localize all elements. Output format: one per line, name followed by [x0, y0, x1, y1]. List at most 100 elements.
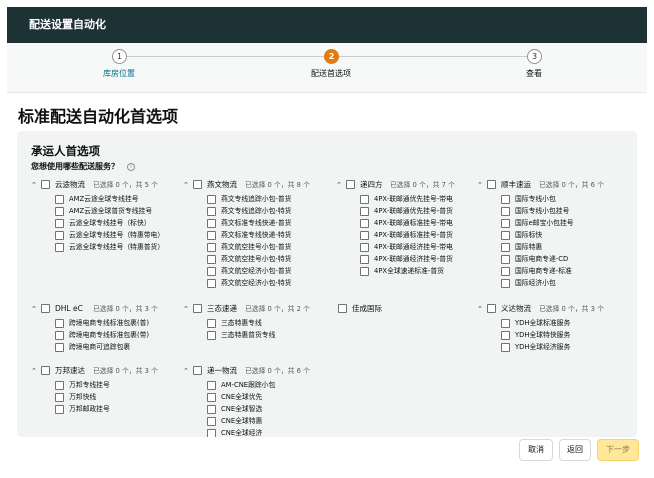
- group-checkbox[interactable]: [487, 304, 496, 313]
- group-checkbox[interactable]: [346, 180, 355, 189]
- service-label: CNE全球优先: [221, 393, 263, 401]
- group-checkbox[interactable]: [41, 366, 50, 375]
- service-checkbox[interactable]: [501, 331, 510, 340]
- service-checkbox[interactable]: [207, 429, 216, 437]
- service-checkbox[interactable]: [360, 207, 369, 216]
- service-checkbox[interactable]: [207, 255, 216, 264]
- back-button[interactable]: 返回: [559, 439, 591, 461]
- service-label: YDH全球标准服务: [515, 319, 571, 327]
- collapse-caret-icon[interactable]: ⌃: [477, 179, 485, 191]
- group-checkbox[interactable]: [41, 304, 50, 313]
- service-label: YDH全球特快服务: [515, 331, 571, 339]
- service-checkbox[interactable]: [207, 195, 216, 204]
- service-checkbox[interactable]: [207, 243, 216, 252]
- group-checkbox[interactable]: [338, 304, 347, 313]
- collapse-caret-icon[interactable]: ⌃: [183, 365, 191, 377]
- step-2-circle: 2: [324, 49, 339, 64]
- service-label: 国际专线小包挂号: [515, 207, 570, 215]
- group-checkbox[interactable]: [193, 366, 202, 375]
- service-label: 燕文航空经济小包-普货: [221, 267, 292, 275]
- service-checkbox[interactable]: [207, 319, 216, 328]
- collapse-caret-icon[interactable]: ⌃: [183, 179, 191, 191]
- service-label: 燕文标准专线快递-特货: [221, 231, 292, 239]
- service-checkbox[interactable]: [207, 267, 216, 276]
- step-1-label[interactable]: 库房位置: [79, 68, 159, 79]
- service-label: 万邦邮政挂号: [69, 405, 110, 413]
- group-checkbox[interactable]: [193, 304, 202, 313]
- service-checkbox[interactable]: [360, 255, 369, 264]
- service-checkbox[interactable]: [207, 279, 216, 288]
- collapse-caret-icon[interactable]: ⌃: [477, 303, 485, 315]
- service-checkbox[interactable]: [207, 405, 216, 414]
- service-checkbox[interactable]: [55, 195, 64, 204]
- service-checkbox[interactable]: [55, 207, 64, 216]
- collapse-caret-icon[interactable]: ⌃: [31, 365, 39, 377]
- carrier-group-dhl: ⌃ DHL eC 已选择 0 个，共 3 个 跨境电商专线标准包裹(普) 跨境电…: [31, 303, 179, 353]
- service-label: 国际e邮宝小包挂号: [515, 219, 574, 227]
- service-label: AMZ云途全球普货专线挂号: [69, 207, 153, 215]
- service-label: 万邦快线: [69, 393, 97, 401]
- group-checkbox[interactable]: [41, 180, 50, 189]
- group-checkbox[interactable]: [487, 180, 496, 189]
- service-checkbox[interactable]: [207, 207, 216, 216]
- service-checkbox[interactable]: [360, 267, 369, 276]
- service-label: 云途全球专线挂号（特惠带电）: [69, 231, 165, 239]
- step-1-circle[interactable]: 1: [112, 49, 127, 64]
- service-checkbox[interactable]: [501, 207, 510, 216]
- service-checkbox[interactable]: [501, 319, 510, 328]
- group-checkbox[interactable]: [193, 180, 202, 189]
- service-checkbox[interactable]: [55, 343, 64, 352]
- group-count: 已选择 0 个，共 5 个: [93, 181, 158, 189]
- carrier-group-4px: ⌃ 递四方 已选择 0 个，共 7 个 4PX-联邮通优先挂号-带电 4PX-联…: [336, 179, 482, 283]
- service-checkbox[interactable]: [501, 231, 510, 240]
- collapse-caret-icon[interactable]: ⌃: [31, 303, 39, 315]
- service-checkbox[interactable]: [55, 331, 64, 340]
- collapse-caret-icon[interactable]: ⌃: [31, 179, 39, 191]
- service-checkbox[interactable]: [501, 243, 510, 252]
- group-name: 递一物流: [207, 366, 237, 375]
- service-checkbox[interactable]: [501, 255, 510, 264]
- service-checkbox[interactable]: [501, 343, 510, 352]
- service-checkbox[interactable]: [501, 195, 510, 204]
- step-3-label: 查看: [526, 69, 542, 78]
- step-connector: [339, 56, 535, 57]
- service-label: AMZ云途全球专线挂号: [69, 195, 139, 203]
- service-checkbox[interactable]: [501, 279, 510, 288]
- panel-subtitle-text: 您想使用哪些配送服务？: [31, 162, 119, 171]
- service-checkbox[interactable]: [207, 219, 216, 228]
- next-button[interactable]: 下一步: [597, 439, 639, 461]
- service-checkbox[interactable]: [207, 231, 216, 240]
- service-checkbox[interactable]: [501, 219, 510, 228]
- service-checkbox[interactable]: [55, 393, 64, 402]
- service-label: 国际电商专递-CD: [515, 255, 569, 263]
- service-label: 跨境电商专线标准包裹(带): [69, 331, 150, 339]
- service-checkbox[interactable]: [55, 231, 64, 240]
- carrier-group-wanbang: ⌃ 万邦速达 已选择 0 个，共 3 个 万邦专线挂号 万邦快线 万邦邮政挂号: [31, 365, 179, 415]
- carrier-group-ydh: ⌃ 义达物流 已选择 0 个，共 3 个 YDH全球标准服务 YDH全球特快服务…: [477, 303, 633, 353]
- window-title: 配送设置自动化: [29, 18, 106, 31]
- service-label: 国际特惠: [515, 243, 543, 251]
- app-window: 配送设置自动化 1 2 3 库房位置 配送首选项 查看 标准配送自动化首选项 承…: [7, 7, 647, 471]
- service-checkbox[interactable]: [207, 417, 216, 426]
- collapse-caret-icon[interactable]: ⌃: [183, 303, 191, 315]
- service-checkbox[interactable]: [360, 219, 369, 228]
- step-connector: [127, 56, 331, 57]
- service-checkbox[interactable]: [55, 219, 64, 228]
- service-checkbox[interactable]: [207, 331, 216, 340]
- collapse-caret-icon[interactable]: ⌃: [336, 179, 344, 191]
- service-label: 4PX-联邮通标准挂号-普货: [374, 231, 453, 239]
- group-count: 已选择 0 个，共 8 个: [245, 181, 310, 189]
- service-checkbox[interactable]: [207, 393, 216, 402]
- service-checkbox[interactable]: [55, 319, 64, 328]
- service-checkbox[interactable]: [55, 405, 64, 414]
- service-checkbox[interactable]: [501, 267, 510, 276]
- service-checkbox[interactable]: [55, 243, 64, 252]
- info-icon[interactable]: i: [127, 163, 135, 171]
- service-checkbox[interactable]: [360, 195, 369, 204]
- service-checkbox[interactable]: [360, 231, 369, 240]
- service-checkbox[interactable]: [360, 243, 369, 252]
- service-checkbox[interactable]: [207, 381, 216, 390]
- service-checkbox[interactable]: [55, 381, 64, 390]
- service-label: 国际专线小包: [515, 195, 556, 203]
- cancel-button[interactable]: 取消: [519, 439, 553, 461]
